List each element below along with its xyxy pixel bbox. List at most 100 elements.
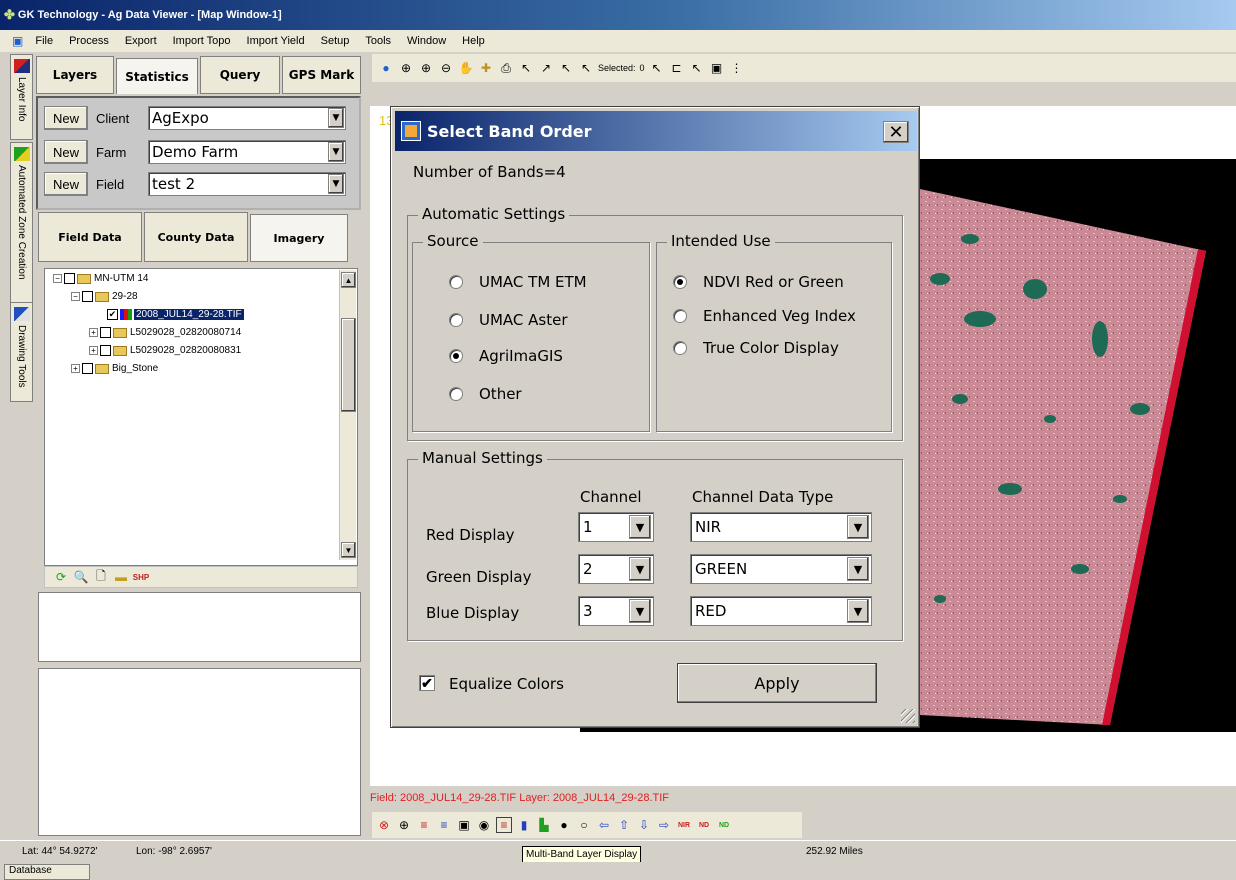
tree-item[interactable]: + Big_Stone <box>71 363 158 374</box>
expand-icon[interactable]: + <box>89 328 98 337</box>
collapse-icon[interactable]: − <box>71 292 80 301</box>
menu-import-topo[interactable]: Import Topo <box>173 35 231 47</box>
chevron-down-icon[interactable]: ▼ <box>629 557 651 581</box>
menu-window[interactable]: Window <box>407 35 446 47</box>
checkbox-checked[interactable]: ✔ <box>107 309 118 320</box>
clear-selection-icon[interactable]: ↖ <box>649 60 665 76</box>
zoom-in-icon[interactable]: ⊕ <box>418 60 434 76</box>
document-icon[interactable]: ▣ <box>12 34 23 48</box>
search-icon[interactable]: 🔍 <box>73 569 89 585</box>
radio-enhanced-veg-index[interactable]: Enhanced Veg Index <box>673 307 856 325</box>
red-channel-select[interactable]: 1 ▼ <box>578 512 654 542</box>
filled-circle-icon[interactable]: ● <box>556 817 572 833</box>
menu-file[interactable]: File <box>35 35 53 47</box>
radio-circle-selected[interactable] <box>449 349 463 363</box>
equalize-colors-checkbox[interactable]: ✔ <box>419 675 435 691</box>
print-icon[interactable]: ⎙ <box>498 60 514 76</box>
menu-tools[interactable]: Tools <box>365 35 391 47</box>
arrow-left-icon[interactable]: ⇦ <box>596 817 612 833</box>
resize-grip-icon[interactable] <box>901 709 915 723</box>
apply-button[interactable]: Apply <box>677 663 877 703</box>
dialog-title-bar[interactable]: Select Band Order ✕ <box>395 111 917 151</box>
radio-circle-selected[interactable] <box>673 275 687 289</box>
select-add-icon[interactable]: ↗ <box>538 60 554 76</box>
chevron-down-icon[interactable]: ▼ <box>328 142 344 162</box>
radio-umac-aster[interactable]: UMAC Aster <box>449 311 568 329</box>
close-icon[interactable]: ✕ <box>883 121 909 143</box>
shapefile-icon[interactable]: SHP <box>133 569 149 585</box>
field-select[interactable]: test 2 ▼ <box>148 172 346 196</box>
red-type-select[interactable]: NIR ▼ <box>690 512 872 542</box>
new-farm-button[interactable]: New <box>44 140 88 164</box>
tree-item[interactable]: − 29-28 <box>71 291 138 302</box>
histogram-icon[interactable]: ▮ <box>516 817 532 833</box>
radio-umac-tm-etm[interactable]: UMAC TM ETM <box>449 273 587 291</box>
new-field-button[interactable]: New <box>44 172 88 196</box>
radio-agriimagis[interactable]: AgriImaGIS <box>449 347 563 365</box>
collapse-icon[interactable]: − <box>53 274 62 283</box>
chevron-down-icon[interactable]: ▼ <box>328 108 344 128</box>
chevron-down-icon[interactable]: ▼ <box>847 557 869 581</box>
tree-item-selected[interactable]: ✔ 2008_JUL14_29-28.TIF <box>107 309 244 320</box>
empty-circle-icon[interactable]: ○ <box>576 817 592 833</box>
blue-channel-select[interactable]: 3 ▼ <box>578 596 654 626</box>
tab-county-data[interactable]: County Data <box>144 212 248 262</box>
select-point-icon[interactable]: ↖ <box>518 60 534 76</box>
checkbox[interactable] <box>64 273 75 284</box>
save-layer-icon[interactable]: ▣ <box>456 817 472 833</box>
green-type-select[interactable]: GREEN ▼ <box>690 554 872 584</box>
arrow-down-icon[interactable]: ⇩ <box>636 817 652 833</box>
menu-help[interactable]: Help <box>462 35 485 47</box>
checkbox[interactable] <box>82 363 93 374</box>
identify-icon[interactable]: ✚ <box>478 60 494 76</box>
side-tab-layer-info[interactable]: Layer Info <box>10 54 33 140</box>
multiband-display-icon[interactable]: ≡ <box>496 817 512 833</box>
tab-query[interactable]: Query <box>200 56 280 94</box>
zoom-layer-icon[interactable]: ⊕ <box>396 817 412 833</box>
expand-icon[interactable]: + <box>89 346 98 355</box>
chevron-down-icon[interactable]: ▼ <box>847 515 869 539</box>
tab-field-data[interactable]: Field Data <box>38 212 142 262</box>
checkbox[interactable] <box>100 327 111 338</box>
tab-gps-mark[interactable]: GPS Mark <box>282 56 361 94</box>
select-line-icon[interactable]: ↖ <box>558 60 574 76</box>
scroll-thumb[interactable] <box>341 318 356 412</box>
nir-icon[interactable]: NIR <box>676 817 692 833</box>
tree-item[interactable]: + L5029028_02820080831 <box>89 345 241 356</box>
menu-export[interactable]: Export <box>125 35 157 47</box>
select-polygon-icon[interactable]: ↖ <box>578 60 594 76</box>
tab-statistics[interactable]: Statistics <box>116 58 198 94</box>
radio-circle[interactable] <box>449 387 463 401</box>
checkbox[interactable] <box>100 345 111 356</box>
select-by-icon[interactable]: ⊏ <box>669 60 685 76</box>
new-client-button[interactable]: New <box>44 106 88 130</box>
globe-icon[interactable]: ● <box>378 60 394 76</box>
client-select[interactable]: AgExpo ▼ <box>148 106 346 130</box>
scroll-down-icon[interactable]: ▼ <box>341 542 356 558</box>
refresh-icon[interactable]: ⟳ <box>53 569 69 585</box>
folder-icon[interactable]: ▬ <box>113 569 129 585</box>
expand-icon[interactable]: + <box>71 364 80 373</box>
arrow-right-icon[interactable]: ⇨ <box>656 817 672 833</box>
new-file-icon[interactable]: 🗋 <box>93 569 109 585</box>
tab-layers[interactable]: Layers <box>36 56 114 94</box>
pan-icon[interactable]: ✋ <box>458 60 474 76</box>
tree-scrollbar[interactable]: ▲ ▼ <box>339 270 356 560</box>
chevron-down-icon[interactable]: ▼ <box>847 599 869 623</box>
radio-circle[interactable] <box>449 313 463 327</box>
side-tab-drawing-tools[interactable]: Drawing Tools <box>10 302 33 402</box>
radio-true-color[interactable]: True Color Display <box>673 339 839 357</box>
chevron-down-icon[interactable]: ▼ <box>629 515 651 539</box>
radio-circle[interactable] <box>673 341 687 355</box>
close-circle-icon[interactable]: ⊗ <box>376 817 392 833</box>
tree-item[interactable]: − MN-UTM 14 <box>53 273 148 284</box>
bar-chart-icon[interactable]: ▙ <box>536 817 552 833</box>
visibility-icon[interactable]: ◉ <box>476 817 492 833</box>
zoom-extent-icon[interactable]: ⊕ <box>398 60 414 76</box>
options-icon[interactable]: ⋮ <box>729 60 745 76</box>
arrow-up-icon[interactable]: ⇧ <box>616 817 632 833</box>
radio-other[interactable]: Other <box>449 385 522 403</box>
radio-circle[interactable] <box>673 309 687 323</box>
farm-select[interactable]: Demo Farm ▼ <box>148 140 346 164</box>
chevron-down-icon[interactable]: ▼ <box>629 599 651 623</box>
